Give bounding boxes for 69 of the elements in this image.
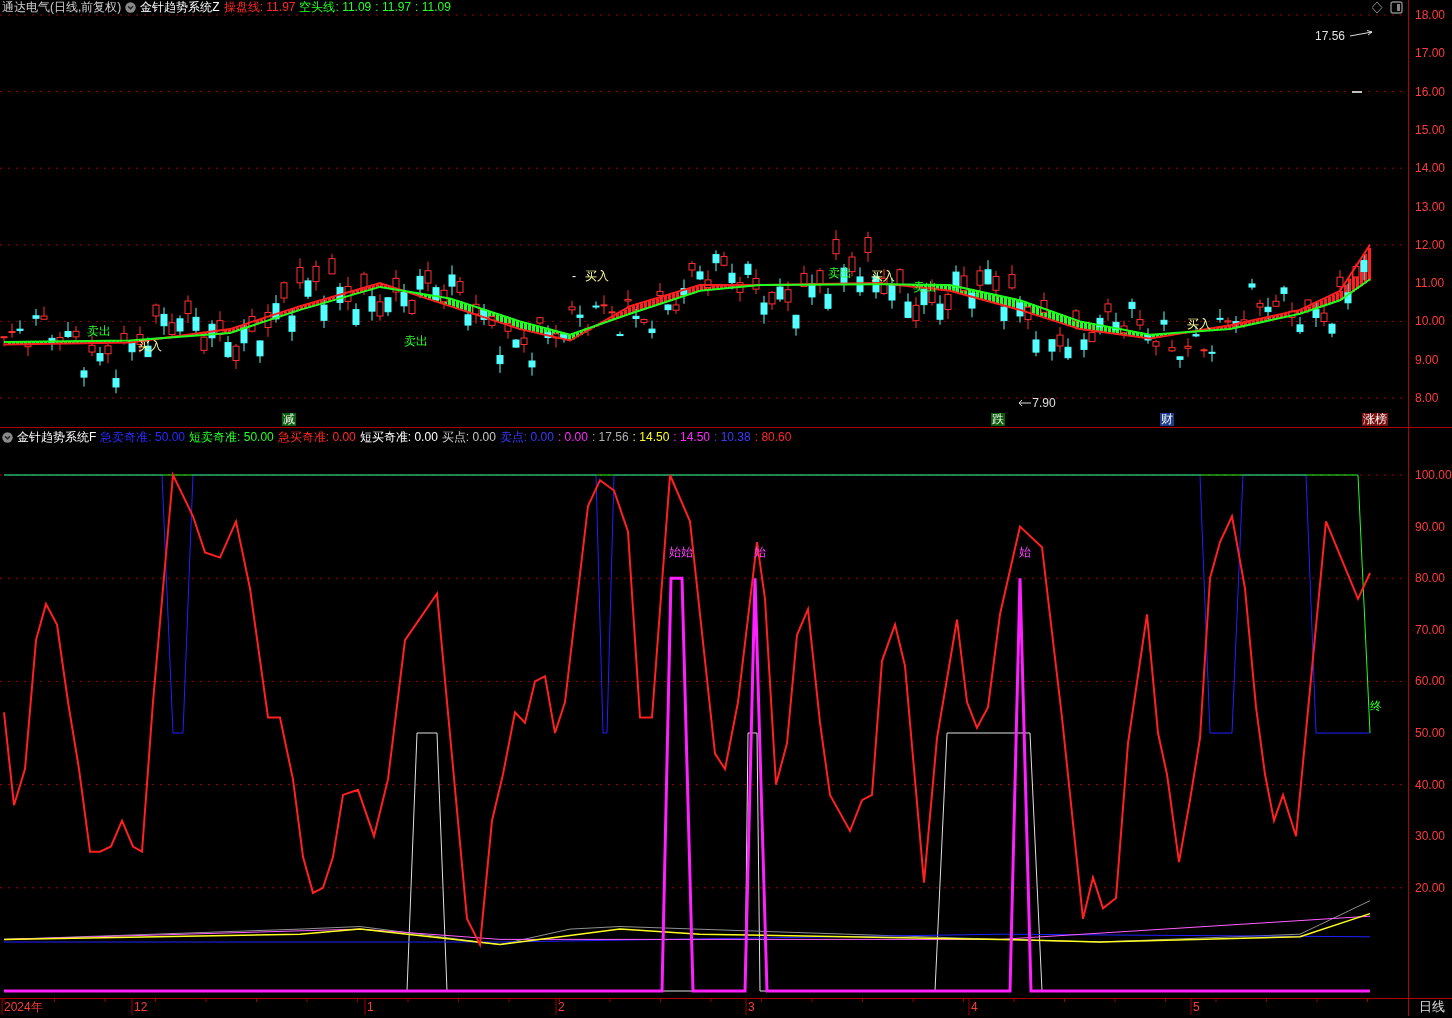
- axis-label: 9.00: [1415, 353, 1439, 366]
- axis-label: 16.00: [1415, 85, 1446, 98]
- signal-label: 卖出: [404, 334, 428, 348]
- axis-label: 2024年: [4, 1000, 43, 1014]
- axis-label: 20.00: [1415, 881, 1446, 894]
- axis-label: 15.00: [1415, 123, 1446, 136]
- axis-label: 40.00: [1415, 778, 1446, 791]
- indicator-value: : 14.50: [673, 430, 710, 444]
- axis-label: 90.00: [1415, 520, 1446, 533]
- indicator-value: 空头线: 11.09: [299, 0, 372, 14]
- indicator-value: 买点: 0.00: [441, 430, 496, 444]
- indicator-value: : 14.50: [632, 430, 670, 444]
- indicator-value: 操盘线: 11.97: [223, 0, 296, 14]
- event-tag[interactable]: 跌: [991, 413, 1005, 426]
- signal-label: 终: [1370, 700, 1382, 714]
- signal-label: 买入: [1187, 317, 1211, 331]
- collapse-icon[interactable]: [2, 431, 13, 443]
- axis-label: 11.00: [1415, 277, 1445, 290]
- period-label[interactable]: 日线: [1419, 999, 1445, 1015]
- axis-label: 2: [558, 1000, 565, 1014]
- indicator-value: : 17.56: [591, 430, 629, 444]
- axis-label: 18.00: [1415, 9, 1446, 21]
- axis-label: 3: [748, 1000, 755, 1014]
- axis-label: 8.00: [1415, 392, 1439, 404]
- event-tag[interactable]: 涨榜: [1362, 413, 1388, 426]
- signal-label: 卖出: [87, 324, 111, 338]
- indicator-value: 急卖奇准: 50.00: [100, 430, 186, 444]
- indicator-value: : 80.60: [754, 430, 792, 444]
- signal-label: 买入: [585, 269, 609, 283]
- indicator-name: 金针趋势系统Z: [140, 0, 220, 14]
- panel-icon[interactable]: [1390, 1, 1403, 14]
- price-marker: [1351, 91, 1363, 93]
- axis-label: 12: [134, 1000, 148, 1014]
- indicator-value: 急买奇准: 0.00: [277, 430, 356, 444]
- indicator-value: 卖点: 0.00: [499, 430, 554, 444]
- signal-label: -: [572, 269, 576, 283]
- low-price-label: 7.90: [1032, 396, 1056, 410]
- axis-label: 13.00: [1415, 200, 1446, 213]
- axis-label: 80.00: [1415, 572, 1446, 585]
- axis-label: 14.00: [1415, 162, 1446, 175]
- stock-title: 通达电气(日线,前复权): [2, 0, 122, 14]
- event-tag[interactable]: 减: [282, 413, 296, 426]
- axis-label: 100.00: [1415, 469, 1452, 481]
- signal-label: 始: [1019, 545, 1031, 559]
- axis-label: 10.00: [1415, 315, 1446, 328]
- axis-label: 4: [971, 1000, 978, 1014]
- axis-label: 12.00: [1415, 238, 1446, 251]
- axis-label: 60.00: [1415, 675, 1446, 688]
- axis-label: 50.00: [1415, 727, 1446, 739]
- arrow-icon: [1350, 30, 1373, 37]
- diamond-icon[interactable]: [1372, 1, 1383, 14]
- indicator-value: 短买奇准: 0.00: [359, 430, 438, 444]
- indicator-value: : 10.38: [714, 430, 751, 444]
- axis-label: 1: [367, 1000, 374, 1014]
- high-price-label: 17.56: [1315, 29, 1345, 43]
- collapse-icon[interactable]: [125, 1, 137, 13]
- axis-label: 17.00: [1415, 47, 1446, 60]
- signal-label: 始始: [669, 545, 693, 559]
- indicator-name: 金针趋势系统F: [17, 430, 97, 444]
- axis-label: 30.00: [1415, 830, 1446, 843]
- indicator-value: : 0.00: [557, 430, 588, 444]
- indicator-value: : 11.97: [375, 0, 412, 14]
- arrow-icon: [1018, 399, 1032, 407]
- axis-label: 70.00: [1415, 623, 1446, 636]
- event-tag[interactable]: 财: [1160, 413, 1174, 426]
- axis-label: 5: [1193, 1000, 1200, 1014]
- signal-label: 卖出: [913, 280, 937, 294]
- indicator-value: 短卖奇准: 50.00: [189, 430, 274, 444]
- indicator-value: : 11.09: [415, 0, 451, 14]
